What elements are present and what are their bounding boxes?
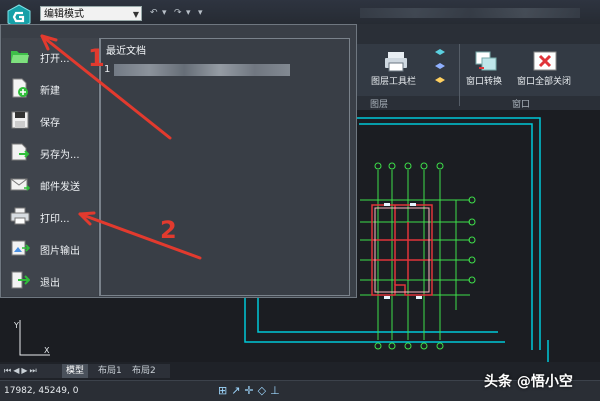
menu-item-image-export[interactable]: 图片输出 — [6, 236, 98, 262]
mode-select-value: 编辑模式 — [44, 9, 84, 20]
exit-icon — [11, 271, 30, 289]
ribbon-divider — [459, 44, 460, 106]
coordinates-readout: 17982, 45249, 0 — [4, 386, 79, 396]
menu-item-label: 退出 — [40, 278, 60, 289]
menu-item-label: 打开... — [40, 54, 70, 65]
ribbon-group-layers: 图层 — [370, 100, 389, 110]
menu-item-new[interactable]: 新建 — [6, 76, 98, 102]
menu-item-print[interactable]: 打印... — [6, 204, 98, 230]
layer-toolbar-label[interactable]: 图层工具栏 — [371, 74, 416, 87]
svg-text:Y: Y — [13, 321, 19, 330]
layer-stack-icon[interactable] — [433, 46, 447, 90]
printer-icon — [10, 207, 30, 225]
recent-document-entry[interactable] — [114, 64, 290, 76]
window-switch-icon[interactable] — [474, 50, 498, 72]
email-icon — [10, 178, 30, 191]
snap-tools-icon[interactable]: ⊞↗✛◇⊥ — [218, 384, 284, 397]
tab-model[interactable]: 模型 — [62, 364, 89, 378]
mode-select[interactable]: 编辑模式 ▼ — [40, 6, 142, 21]
layer-toolbar-icon[interactable] — [384, 50, 408, 72]
dropdown-icon[interactable]: ▾ — [162, 8, 167, 18]
menu-item-label: 保存 — [40, 118, 60, 129]
more-icon[interactable]: ▾ — [198, 8, 203, 18]
menu-item-email[interactable]: 邮件发送 — [6, 172, 98, 198]
close-all-windows-label[interactable]: 窗口全部关闭 — [517, 74, 571, 87]
title-blur — [360, 8, 580, 18]
outer-boundary-line — [354, 114, 541, 350]
menu-item-label: 另存为... — [40, 150, 80, 161]
menu-item-open[interactable]: 打开... — [6, 44, 98, 70]
recent-document-index[interactable]: 1 — [104, 64, 110, 75]
undo-icon[interactable]: ↶ — [150, 8, 158, 18]
tab-layout1[interactable]: 布局1 — [94, 364, 126, 378]
menu-item-label: 图片输出 — [40, 246, 80, 257]
save-icon — [11, 111, 29, 129]
chevron-down-icon: ▼ — [132, 10, 139, 19]
menu-item-save-as[interactable]: 另存为... — [6, 140, 98, 166]
menu-item-label: 新建 — [40, 86, 60, 97]
tab-nav-arrows-icon[interactable]: ⏮◀▶⏭ — [4, 366, 39, 376]
folder-open-icon — [11, 51, 29, 63]
menu-item-label: 打印... — [40, 214, 70, 225]
redo-icon[interactable]: ↷ — [174, 8, 182, 18]
menu-item-exit[interactable]: 退出 — [6, 268, 98, 294]
close-all-windows-icon[interactable] — [532, 50, 558, 72]
watermark: 头条 @悟小空 — [484, 374, 573, 390]
svg-text:X: X — [44, 346, 50, 355]
window-switch-label[interactable]: 窗口转换 — [466, 74, 502, 87]
save-as-icon — [11, 143, 30, 161]
dropdown-icon[interactable]: ▾ — [186, 8, 191, 18]
new-document-icon — [12, 78, 28, 98]
recent-documents-title: 最近文档 — [106, 46, 146, 57]
image-export-icon — [11, 240, 30, 256]
ribbon-group-window: 窗口 — [512, 100, 531, 110]
menu-item-label: 邮件发送 — [40, 182, 80, 193]
menu-item-save[interactable]: 保存 — [6, 108, 98, 134]
tab-layout2[interactable]: 布局2 — [128, 364, 160, 378]
recent-documents-panel — [100, 38, 350, 296]
